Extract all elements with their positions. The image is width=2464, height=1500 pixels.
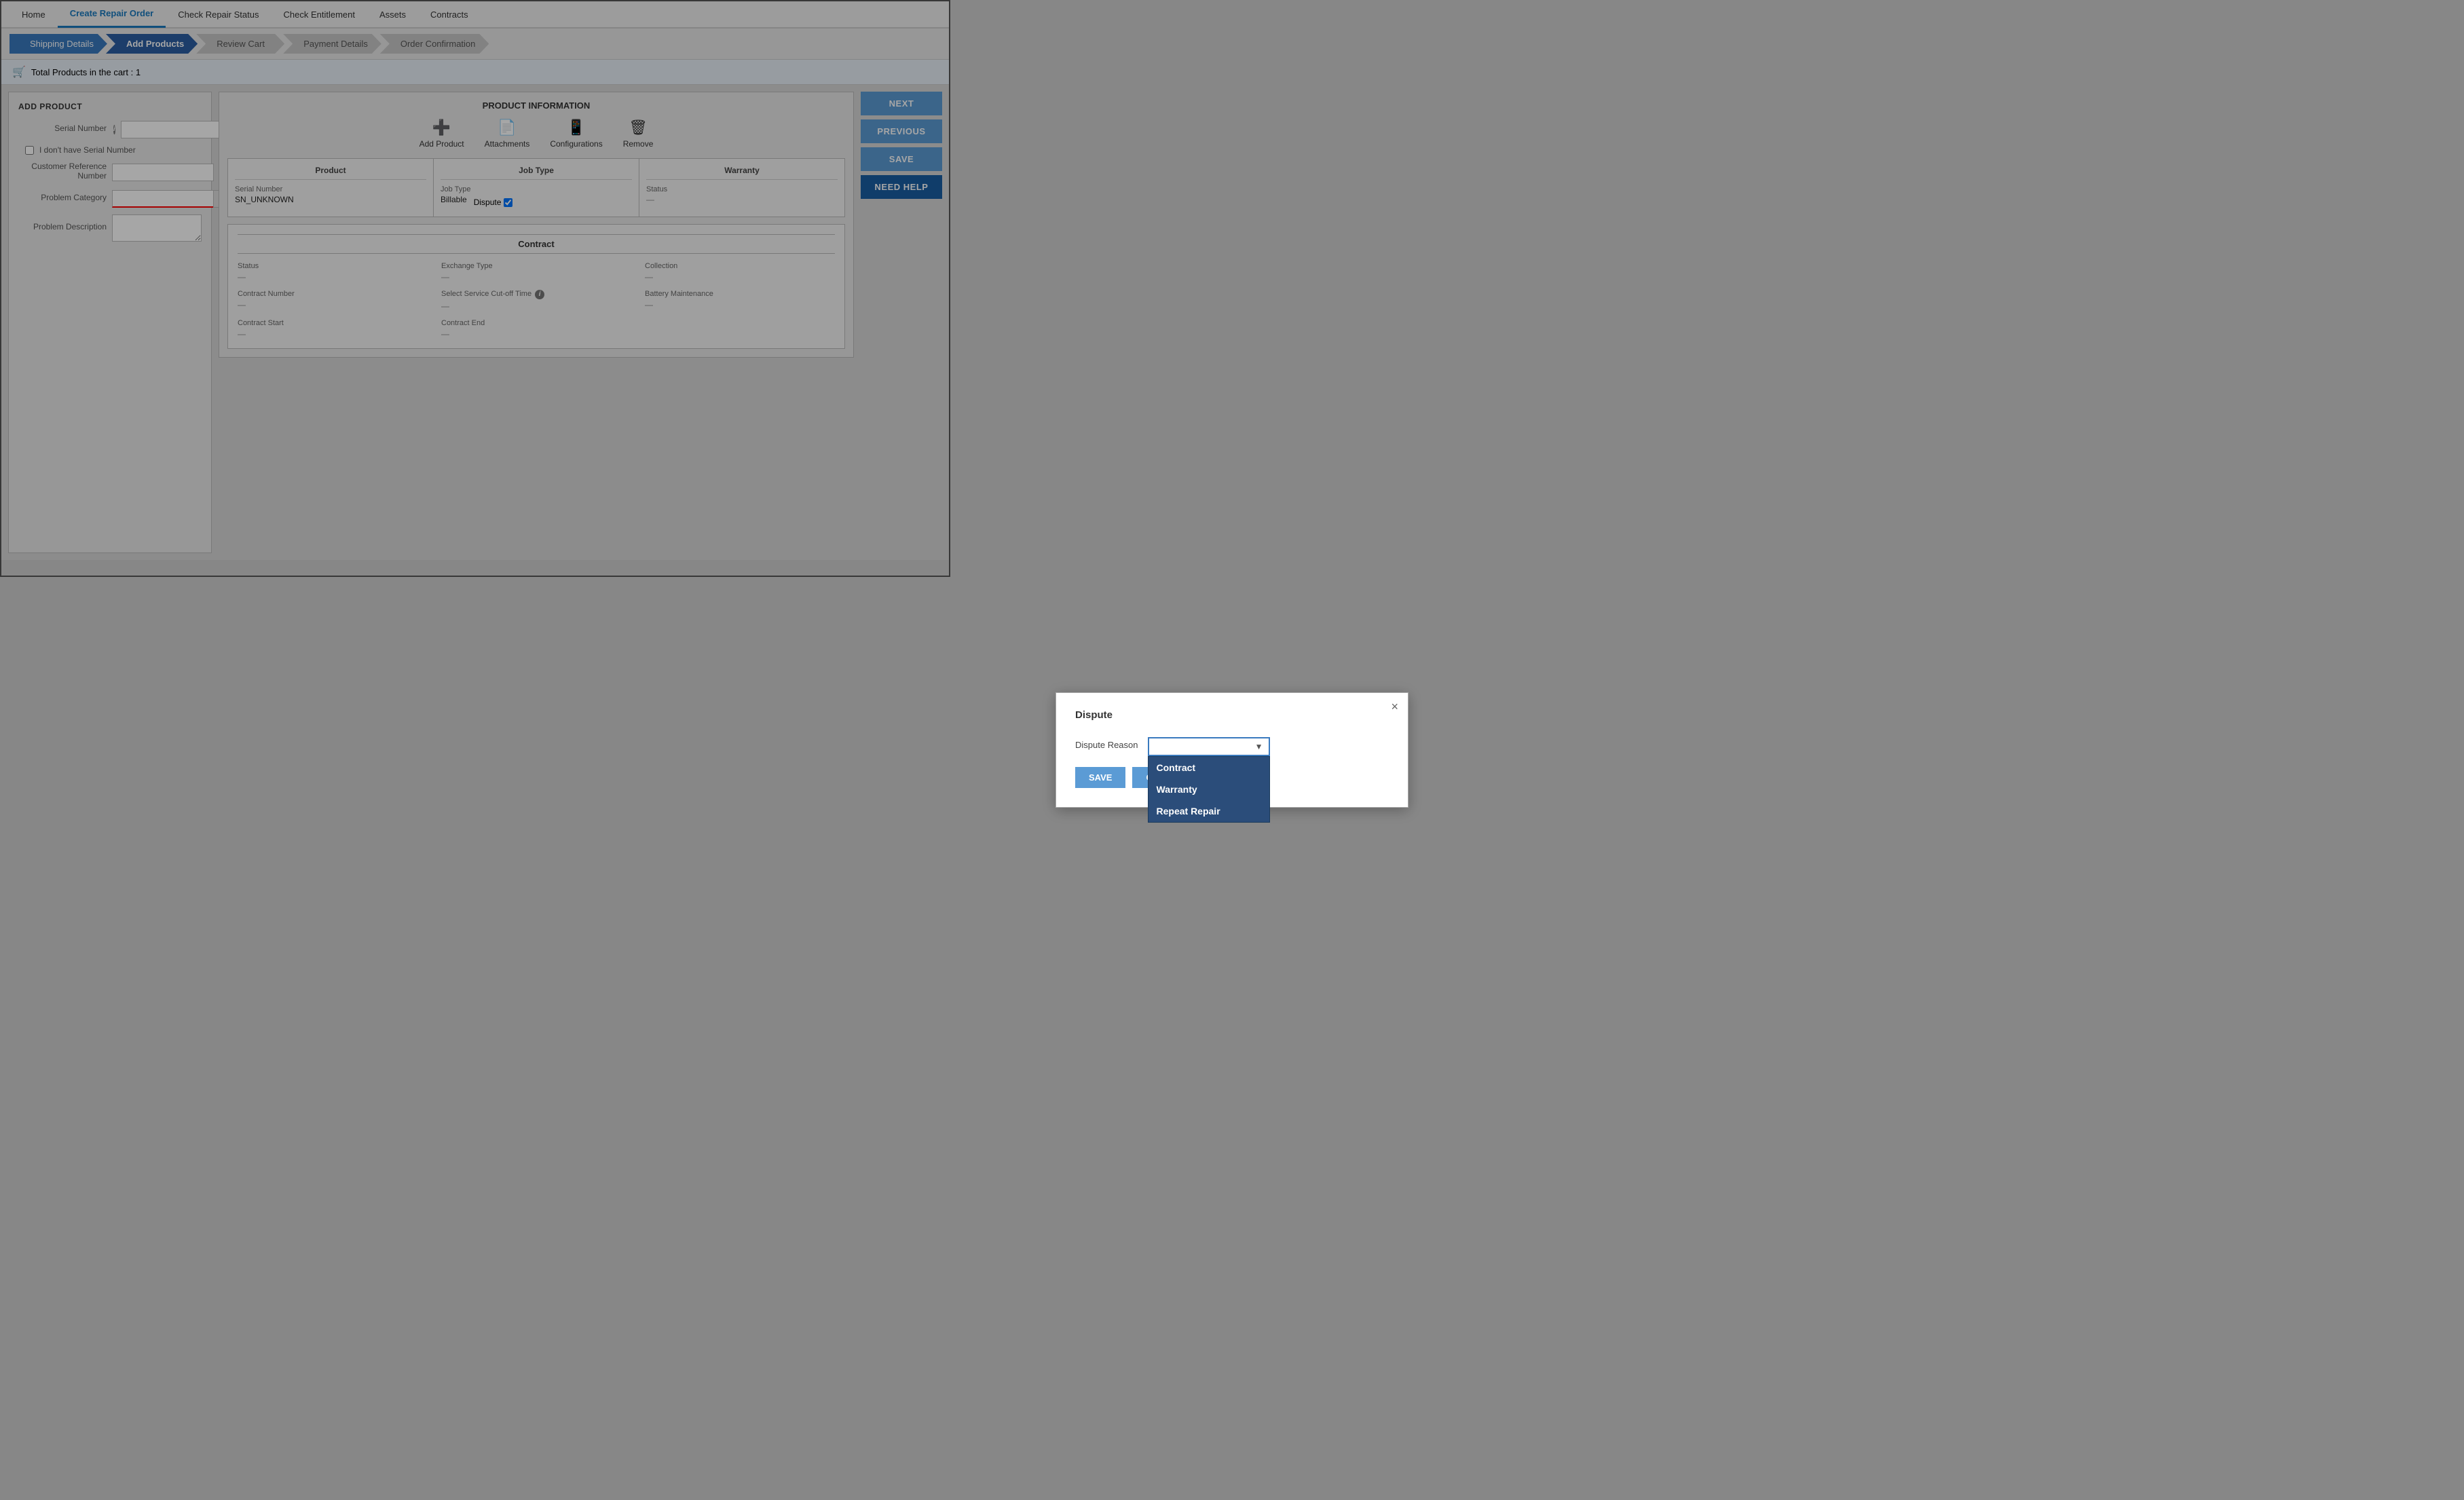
dropdown-arrow-icon: ▼ xyxy=(1255,742,1263,751)
modal-overlay: Dispute × Dispute Reason ▼ Contract Warr… xyxy=(0,0,2464,1500)
modal-save-button[interactable]: SAVE xyxy=(1075,767,1125,788)
modal-close-button[interactable]: × xyxy=(1391,700,1398,714)
dispute-reason-select-box[interactable]: ▼ xyxy=(1148,737,1270,756)
dispute-reason-row: Dispute Reason ▼ Contract Warranty Repea… xyxy=(1075,737,1389,756)
dispute-dropdown-list: Contract Warranty Repeat Repair xyxy=(1148,756,1270,823)
dispute-reason-select-wrap: ▼ Contract Warranty Repeat Repair xyxy=(1148,737,1270,756)
dispute-modal: Dispute × Dispute Reason ▼ Contract Warr… xyxy=(1056,692,1408,808)
modal-title: Dispute xyxy=(1075,709,1389,721)
dropdown-option-repeat-repair[interactable]: Repeat Repair xyxy=(1149,800,1269,822)
dispute-reason-label: Dispute Reason xyxy=(1075,737,1138,750)
dropdown-option-contract[interactable]: Contract xyxy=(1149,757,1269,779)
dropdown-option-warranty[interactable]: Warranty xyxy=(1149,779,1269,800)
